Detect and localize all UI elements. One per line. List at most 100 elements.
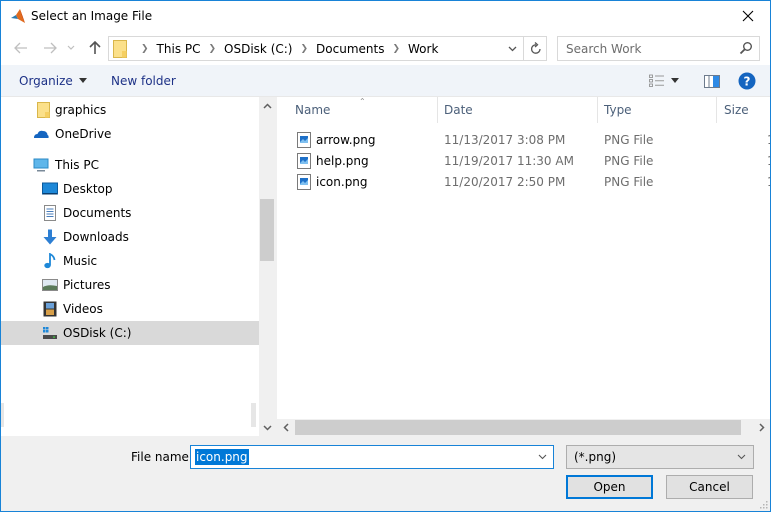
back-button[interactable] bbox=[12, 39, 30, 57]
new-folder-button[interactable]: New folder bbox=[111, 74, 176, 88]
breadcrumb-osdisk[interactable]: OSDisk (C:) bbox=[224, 42, 292, 56]
file-list: ⌃ Name Date Type Size arrow.png 11/13/20… bbox=[277, 97, 770, 419]
search-box[interactable] bbox=[557, 36, 760, 61]
address-history-dropdown[interactable] bbox=[502, 37, 522, 60]
file-date: 11/19/2017 11:30 AM bbox=[444, 154, 574, 168]
sidebar-item-downloads[interactable]: Downloads bbox=[1, 225, 259, 249]
column-header-type[interactable]: Type bbox=[604, 97, 632, 123]
view-options-icon bbox=[649, 74, 664, 87]
sidebar-item-documents[interactable]: Documents bbox=[1, 201, 259, 225]
file-name-dropdown-button[interactable] bbox=[534, 449, 550, 465]
sidebar-item-pictures[interactable]: Pictures bbox=[1, 273, 259, 297]
music-icon bbox=[44, 253, 56, 269]
breadcrumb-work[interactable]: Work bbox=[408, 42, 438, 56]
organize-label: Organize bbox=[19, 74, 73, 88]
file-list-horizontal-scrollbar[interactable] bbox=[277, 419, 770, 436]
organize-menu-button[interactable]: Organize bbox=[19, 74, 87, 88]
file-name: icon.png bbox=[316, 175, 368, 189]
breadcrumb-this-pc[interactable]: This PC bbox=[157, 42, 201, 56]
sidebar-item-label: OSDisk (C:) bbox=[63, 326, 132, 340]
open-button[interactable]: Open bbox=[566, 475, 653, 499]
file-name-input[interactable]: icon.png bbox=[195, 449, 249, 465]
column-separator[interactable] bbox=[597, 97, 598, 123]
scroll-left-button[interactable] bbox=[277, 419, 294, 436]
column-separator[interactable] bbox=[437, 97, 438, 123]
sidebar-item-label: graphics bbox=[55, 103, 107, 117]
file-type: PNG File bbox=[604, 133, 654, 147]
file-row[interactable]: icon.png 11/20/2017 2:50 PM PNG File 1 bbox=[291, 171, 770, 192]
folder-icon bbox=[37, 102, 50, 118]
file-date: 11/13/2017 3:08 PM bbox=[444, 133, 566, 147]
sidebar-item-graphics[interactable]: graphics bbox=[1, 98, 259, 122]
chevron-right-icon bbox=[758, 423, 765, 432]
address-bar[interactable]: ❯ This PC ❯ OSDisk (C:) ❯ Documents ❯ Wo… bbox=[108, 36, 547, 61]
sidebar-item-this-pc[interactable]: This PC bbox=[1, 153, 259, 177]
column-header-size[interactable]: Size bbox=[724, 97, 749, 123]
chevron-down-icon bbox=[508, 46, 516, 51]
sidebar-item-label: This PC bbox=[55, 158, 99, 172]
close-button[interactable] bbox=[726, 1, 770, 31]
file-name: arrow.png bbox=[316, 133, 376, 147]
file-dialog-window: Select an Image File ❯ This PC ❯ OSDisk … bbox=[0, 0, 771, 512]
nav-pane-edge bbox=[1, 403, 4, 427]
view-options-button[interactable] bbox=[649, 72, 679, 90]
computer-icon bbox=[33, 158, 49, 172]
chevron-down-icon bbox=[67, 45, 75, 50]
scroll-down-button[interactable] bbox=[259, 419, 276, 436]
chevron-down-icon bbox=[538, 454, 546, 460]
breadcrumb-separator-icon[interactable]: ❯ bbox=[300, 44, 308, 54]
caret-down-icon bbox=[671, 78, 679, 83]
up-button[interactable] bbox=[86, 39, 104, 57]
sidebar-item-desktop[interactable]: Desktop bbox=[1, 177, 259, 201]
documents-icon bbox=[44, 205, 56, 221]
breadcrumb-separator-icon[interactable]: ❯ bbox=[392, 44, 400, 54]
chevron-down-icon bbox=[263, 424, 272, 431]
resize-grip-icon[interactable] bbox=[758, 499, 768, 509]
file-row[interactable]: arrow.png 11/13/2017 3:08 PM PNG File 1 bbox=[291, 129, 770, 150]
file-row[interactable]: help.png 11/19/2017 11:30 AM PNG File 1 bbox=[291, 150, 770, 171]
column-header-date[interactable]: Date bbox=[444, 97, 473, 123]
sort-ascending-icon: ⌃ bbox=[359, 97, 366, 106]
file-type: PNG File bbox=[604, 154, 654, 168]
command-bar: Organize New folder ? bbox=[1, 65, 770, 97]
nav-pane-resize-handle[interactable] bbox=[251, 403, 256, 427]
desktop-icon bbox=[42, 182, 58, 195]
recent-locations-button[interactable] bbox=[65, 39, 77, 57]
chevron-left-icon bbox=[282, 423, 289, 432]
sidebar-item-onedrive[interactable]: OneDrive bbox=[1, 122, 259, 146]
forward-button[interactable] bbox=[41, 39, 59, 57]
scroll-up-button[interactable] bbox=[259, 97, 276, 114]
preview-pane-button[interactable] bbox=[704, 72, 720, 90]
refresh-button[interactable] bbox=[523, 37, 547, 60]
file-type-filter-select[interactable]: (*.png) bbox=[566, 445, 754, 469]
view-options-caret[interactable] bbox=[671, 74, 679, 88]
title-bar: Select an Image File bbox=[1, 1, 770, 32]
scrollbar-thumb[interactable] bbox=[295, 420, 741, 435]
file-type-filter-value: (*.png) bbox=[574, 450, 617, 464]
file-type-dropdown-button[interactable] bbox=[733, 449, 749, 465]
navigation-pane-scrollbar[interactable] bbox=[259, 97, 276, 436]
breadcrumb-separator-icon[interactable]: ❯ bbox=[209, 44, 217, 54]
column-separator[interactable] bbox=[716, 97, 717, 123]
sidebar-item-videos[interactable]: Videos bbox=[1, 297, 259, 321]
file-name-combobox[interactable]: icon.png bbox=[190, 445, 554, 469]
scroll-right-button[interactable] bbox=[753, 419, 770, 436]
breadcrumb-documents[interactable]: Documents bbox=[316, 42, 384, 56]
file-size: 1 bbox=[767, 133, 770, 147]
sidebar-item-label: Desktop bbox=[63, 182, 113, 196]
sidebar-item-music[interactable]: Music bbox=[1, 249, 259, 273]
search-icon[interactable] bbox=[739, 41, 753, 55]
sidebar-item-label: Pictures bbox=[63, 278, 111, 292]
cancel-button[interactable]: Cancel bbox=[666, 475, 753, 499]
sidebar-item-osdisk[interactable]: OSDisk (C:) bbox=[1, 321, 259, 345]
breadcrumb-separator-icon: ❯ bbox=[141, 43, 149, 54]
preview-pane-icon bbox=[704, 74, 720, 88]
file-date: 11/20/2017 2:50 PM bbox=[444, 175, 566, 189]
search-input[interactable] bbox=[558, 37, 738, 60]
column-header-name[interactable]: Name bbox=[295, 97, 330, 123]
new-folder-label: New folder bbox=[111, 74, 176, 88]
help-button[interactable]: ? bbox=[738, 72, 756, 90]
sidebar-item-label: OneDrive bbox=[55, 127, 112, 141]
refresh-icon bbox=[530, 42, 541, 54]
scrollbar-thumb[interactable] bbox=[260, 199, 274, 261]
